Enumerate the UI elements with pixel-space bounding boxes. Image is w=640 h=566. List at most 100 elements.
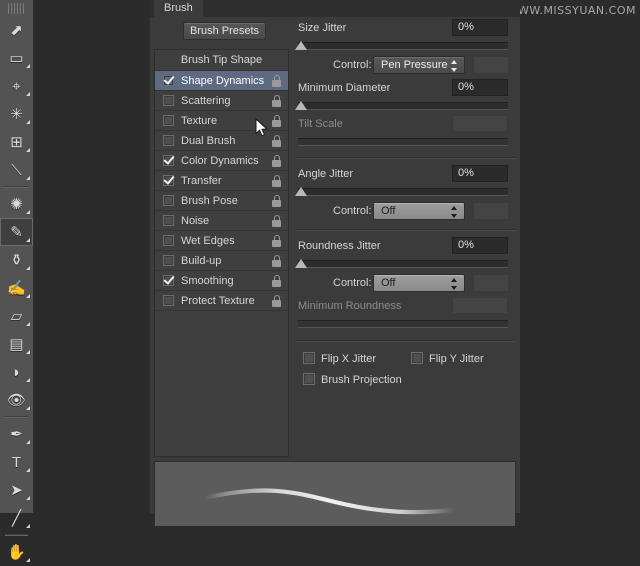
gradient-tool[interactable]: ▤ — [0, 330, 33, 358]
list-item-smoothing[interactable]: Smoothing — [155, 271, 288, 291]
lock-icon[interactable] — [272, 295, 281, 307]
clone-stamp-tool[interactable]: ⚱ — [0, 246, 33, 274]
angle-control-extra-field[interactable] — [473, 202, 509, 220]
crop-icon: ⊞ — [10, 133, 23, 151]
flip-options: Flip X Jitter Flip Y Jitter Brush Projec… — [295, 341, 515, 393]
checkbox-dual-brush[interactable] — [163, 135, 174, 146]
roundness-jitter-section: Roundness Jitter 0% Control: Off Minimum… — [295, 230, 515, 341]
eyedropper-tool[interactable]: ⟍ — [0, 156, 33, 184]
slider-track — [298, 320, 508, 328]
slider-knob[interactable] — [295, 101, 307, 110]
brush-tool[interactable]: ✎ — [0, 218, 33, 246]
history-brush-icon: ✍ — [7, 279, 26, 297]
checkbox-shape-dynamics[interactable] — [163, 75, 174, 86]
angle-jitter-label: Angle Jitter — [298, 168, 354, 180]
magic-wand-tool[interactable]: ✳ — [0, 100, 33, 128]
angle-control-dropdown[interactable]: Off — [373, 202, 465, 220]
checkbox-scattering[interactable] — [163, 95, 174, 106]
spot-healing-brush-tool[interactable]: ✺ — [0, 190, 33, 218]
angle-jitter-slider[interactable] — [295, 186, 508, 199]
angle-control-label: Control: — [333, 205, 372, 217]
horizontal-type-tool[interactable]: T — [0, 448, 33, 476]
checkbox-flip-x-jitter[interactable] — [303, 352, 315, 364]
panel-body: Brush Presets Brush Tip Shape Shape Dyna… — [150, 17, 520, 527]
list-item-transfer[interactable]: Transfer — [155, 171, 288, 191]
brush-projection-row: Brush Projection — [298, 372, 515, 393]
size-control-dropdown[interactable]: Pen Pressure — [373, 56, 465, 74]
list-item-dual-brush[interactable]: Dual Brush — [155, 131, 288, 151]
roundness-jitter-value[interactable]: 0% — [452, 237, 508, 254]
list-item-wet-edges[interactable]: Wet Edges — [155, 231, 288, 251]
chevron-updown-icon — [451, 206, 458, 218]
list-item-shape-dynamics[interactable]: Shape Dynamics — [155, 71, 288, 91]
slider-knob[interactable] — [295, 187, 307, 196]
lock-icon[interactable] — [272, 275, 281, 287]
checkbox-protect-texture[interactable] — [163, 295, 174, 306]
lock-icon[interactable] — [272, 75, 281, 87]
size-jitter-slider[interactable] — [295, 40, 508, 53]
pen-tool[interactable]: ✒ — [0, 420, 33, 448]
lock-icon[interactable] — [272, 135, 281, 147]
blur-tool[interactable]: ◗ — [0, 358, 33, 386]
checkbox-brush-projection[interactable] — [303, 373, 315, 385]
brush-presets-button[interactable]: Brush Presets — [183, 22, 266, 40]
checkbox-brush-pose[interactable] — [163, 195, 174, 206]
list-item-texture[interactable]: Texture — [155, 111, 288, 131]
roundness-control-dropdown[interactable]: Off — [373, 274, 465, 292]
tool-flyout-corner-icon — [26, 378, 30, 382]
list-item-noise[interactable]: Noise — [155, 211, 288, 231]
lock-icon[interactable] — [272, 155, 281, 167]
eraser-tool[interactable]: ▱ — [0, 302, 33, 330]
list-item-scattering[interactable]: Scattering — [155, 91, 288, 111]
size-jitter-value[interactable]: 0% — [452, 19, 508, 36]
crop-tool[interactable]: ⊞ — [0, 128, 33, 156]
slider-knob[interactable] — [295, 259, 307, 268]
angle-jitter-value[interactable]: 0% — [452, 165, 508, 182]
lock-icon[interactable] — [272, 255, 281, 267]
list-item-protect-texture[interactable]: Protect Texture — [155, 291, 288, 311]
checkbox-smoothing[interactable] — [163, 275, 174, 286]
lock-icon[interactable] — [272, 195, 281, 207]
brush-tip-shape-header[interactable]: Brush Tip Shape — [155, 50, 288, 71]
checkbox-color-dynamics[interactable] — [163, 155, 174, 166]
marquee-icon: ▭ — [9, 49, 24, 67]
magic-wand-icon: ✳ — [10, 105, 23, 123]
checkbox-build-up[interactable] — [163, 255, 174, 266]
roundness-jitter-slider[interactable] — [295, 258, 508, 271]
checkbox-texture[interactable] — [163, 115, 174, 126]
size-control-extra-field[interactable] — [473, 56, 509, 74]
lock-icon[interactable] — [272, 115, 281, 127]
checkbox-wet-edges[interactable] — [163, 235, 174, 246]
minimum-diameter-slider[interactable] — [295, 100, 508, 113]
toolbar-drag-grip[interactable] — [8, 3, 25, 14]
line-tool[interactable]: ╱ — [0, 504, 33, 532]
lock-icon[interactable] — [272, 235, 281, 247]
slider-knob[interactable] — [295, 41, 307, 50]
list-item-build-up[interactable]: Build-up — [155, 251, 288, 271]
history-brush-tool[interactable]: ✍ — [0, 274, 33, 302]
lasso-tool[interactable]: ⌖ — [0, 72, 33, 100]
dodge-tool[interactable]: 👁 — [0, 386, 33, 414]
checkbox-noise[interactable] — [163, 215, 174, 226]
minimum-diameter-value[interactable]: 0% — [452, 79, 508, 96]
minimum-roundness-slider — [298, 318, 508, 331]
minimum-roundness-label: Minimum Roundness — [298, 300, 402, 312]
tool-flyout-corner-icon — [26, 210, 30, 214]
tool-flyout-corner-icon — [26, 64, 30, 68]
list-item-brush-pose[interactable]: Brush Pose — [155, 191, 288, 211]
lock-icon[interactable] — [272, 175, 281, 187]
list-item-color-dynamics[interactable]: Color Dynamics — [155, 151, 288, 171]
size-control-label: Control: — [333, 59, 372, 71]
toolbar-divider — [5, 534, 28, 536]
hand-tool[interactable]: ✋ — [0, 538, 33, 566]
roundness-control-extra-field[interactable] — [473, 274, 509, 292]
path-selection-tool[interactable]: ➤ — [0, 476, 33, 504]
lock-icon[interactable] — [272, 95, 281, 107]
rectangular-marquee-tool[interactable]: ▭ — [0, 44, 33, 72]
tab-brush[interactable]: Brush — [154, 0, 203, 17]
checkbox-flip-y-jitter[interactable] — [411, 352, 423, 364]
move-tool[interactable]: ⬈ — [0, 16, 33, 44]
tool-flyout-corner-icon — [26, 120, 30, 124]
checkbox-transfer[interactable] — [163, 175, 174, 186]
lock-icon[interactable] — [272, 215, 281, 227]
